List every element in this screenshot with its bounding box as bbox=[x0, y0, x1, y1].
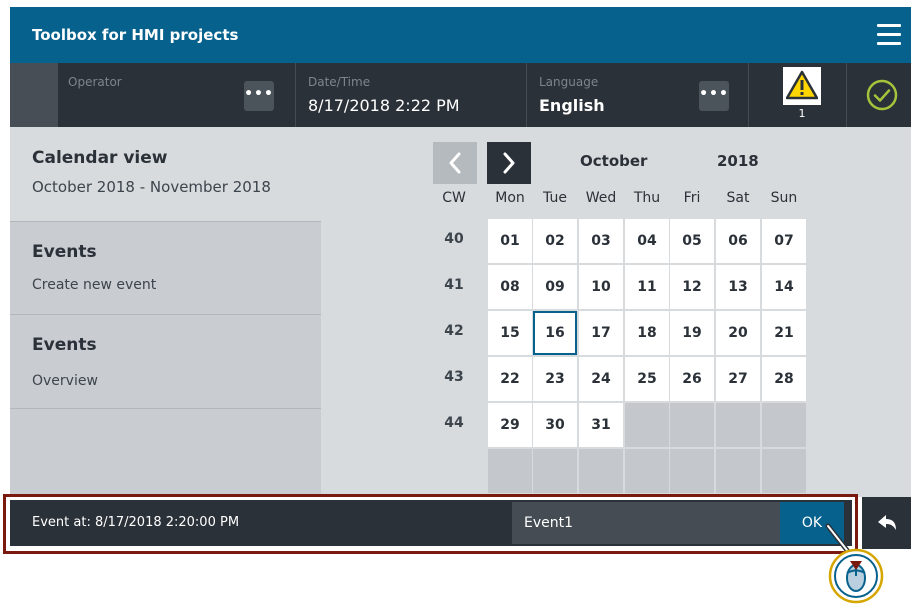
calendar-day[interactable]: 17 bbox=[579, 311, 623, 355]
calendar-day-empty bbox=[670, 449, 714, 493]
calendar-day[interactable]: 31 bbox=[579, 403, 623, 447]
weekday-header: Mon bbox=[495, 190, 525, 206]
event-bar: Event at: 8/17/2018 2:20:00 PM Event1 bbox=[10, 500, 852, 546]
weekday-header: Sat bbox=[726, 190, 750, 206]
calendar-day-empty bbox=[488, 449, 532, 493]
calendar-day-empty bbox=[625, 403, 669, 447]
datetime-field: Date/Time 8/17/2018 2:22 PM bbox=[297, 63, 527, 127]
calendar-day-empty bbox=[625, 449, 669, 493]
calendar-day[interactable]: 03 bbox=[579, 219, 623, 263]
weekday-header: Tue bbox=[543, 190, 567, 206]
calendar-day[interactable]: 09 bbox=[533, 265, 577, 309]
calendar-day[interactable]: 11 bbox=[625, 265, 669, 309]
calendar-day[interactable]: 28 bbox=[762, 357, 806, 401]
language-label: Language bbox=[539, 75, 599, 89]
calendar-day[interactable]: 23 bbox=[533, 357, 577, 401]
calendar-day[interactable]: 08 bbox=[488, 265, 532, 309]
calendar-week-number: 42 bbox=[444, 323, 464, 339]
calendar-day[interactable]: 19 bbox=[670, 311, 714, 355]
datetime-label: Date/Time bbox=[308, 75, 371, 89]
calendar-day-empty bbox=[670, 403, 714, 447]
weekday-header: Thu bbox=[633, 190, 661, 206]
calendar-day[interactable]: 27 bbox=[716, 357, 760, 401]
calendar-day[interactable]: 20 bbox=[716, 311, 760, 355]
check-circle-icon bbox=[866, 79, 898, 111]
calendar-day-empty bbox=[762, 403, 806, 447]
calendar-day[interactable]: 30 bbox=[533, 403, 577, 447]
datetime-value: 8/17/2018 2:22 PM bbox=[308, 96, 460, 115]
calendar-day-empty bbox=[533, 449, 577, 493]
calendar-day[interactable]: 29 bbox=[488, 403, 532, 447]
calendar-day[interactable]: 07 bbox=[762, 219, 806, 263]
title-bar: Toolbox for HMI projects bbox=[10, 7, 911, 63]
calendar-day[interactable]: 26 bbox=[670, 357, 714, 401]
status-ok-area bbox=[848, 63, 911, 127]
calendar-day-empty bbox=[762, 449, 806, 493]
operator-field: Operator ••• bbox=[58, 63, 296, 127]
touch-pointer-icon bbox=[825, 523, 884, 604]
weekday-header: Fri bbox=[683, 190, 701, 206]
app-title: Toolbox for HMI projects bbox=[32, 26, 239, 44]
language-field: Language English ••• bbox=[527, 63, 749, 127]
calendar-week-number: 40 bbox=[444, 231, 464, 247]
calendar-day[interactable]: 14 bbox=[762, 265, 806, 309]
operator-more-button[interactable]: ••• bbox=[244, 81, 274, 111]
weekday-header: Sun bbox=[770, 190, 798, 206]
calendar-day[interactable]: 10 bbox=[579, 265, 623, 309]
calendar-day-empty bbox=[579, 449, 623, 493]
calendar-day[interactable]: 21 bbox=[762, 311, 806, 355]
calendar-day[interactable]: 04 bbox=[625, 219, 669, 263]
calendar-day[interactable]: 24 bbox=[579, 357, 623, 401]
event-name-field[interactable]: Event1 bbox=[512, 502, 780, 544]
status-bar-left-block bbox=[10, 63, 58, 127]
calendar-day[interactable]: 13 bbox=[716, 265, 760, 309]
calendar-day[interactable]: 18 bbox=[625, 311, 669, 355]
cw-header: CW bbox=[442, 190, 466, 206]
alarm-count: 1 bbox=[783, 105, 821, 123]
status-bar: Operator ••• Date/Time 8/17/2018 2:22 PM… bbox=[10, 63, 911, 127]
event-name-value: Event1 bbox=[524, 515, 574, 531]
hamburger-menu-icon[interactable] bbox=[877, 24, 901, 46]
calendar-day-selected[interactable]: 16 bbox=[533, 311, 577, 355]
calendar-day[interactable]: 05 bbox=[670, 219, 714, 263]
calendar-day[interactable]: 02 bbox=[533, 219, 577, 263]
calendar-day[interactable]: 06 bbox=[716, 219, 760, 263]
alarm-area: 1 bbox=[749, 63, 847, 127]
calendar-week-number: 44 bbox=[444, 415, 464, 431]
calendar-day-empty bbox=[716, 449, 760, 493]
calendar-day-empty bbox=[716, 403, 760, 447]
language-more-button[interactable]: ••• bbox=[699, 81, 729, 111]
calendar-day[interactable]: 25 bbox=[625, 357, 669, 401]
calendar-day[interactable]: 22 bbox=[488, 357, 532, 401]
event-datetime: Event at: 8/17/2018 2:20:00 PM bbox=[32, 515, 240, 530]
operator-label: Operator bbox=[68, 75, 122, 89]
calendar-day[interactable]: 12 bbox=[670, 265, 714, 309]
language-value: English bbox=[539, 96, 605, 115]
calendar-day[interactable]: 01 bbox=[488, 219, 532, 263]
warning-icon bbox=[786, 70, 818, 100]
main-area: Calendar view October 2018 - November 20… bbox=[10, 127, 911, 497]
calendar-day[interactable]: 15 bbox=[488, 311, 532, 355]
calendar-grid: CW Mon Tue Wed Thu Fri Sat Sun 40 01 02 03 04 05 06 07 4… bbox=[10, 127, 911, 497]
alarm-button[interactable]: 1 bbox=[783, 67, 821, 123]
weekday-header: Wed bbox=[585, 190, 617, 206]
calendar-week-number: 43 bbox=[444, 369, 464, 385]
calendar-week-number: 41 bbox=[444, 277, 464, 293]
